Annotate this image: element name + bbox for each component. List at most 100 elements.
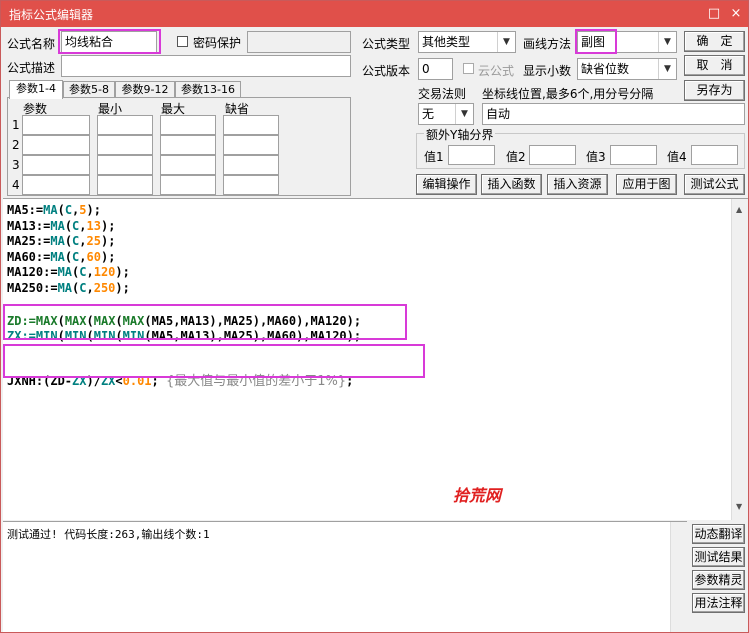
- code-line: MA250:=MA(C,250);: [7, 281, 130, 295]
- tab-params-9-12[interactable]: 参数9-12: [115, 81, 175, 98]
- chevron-down-icon: ▼: [455, 104, 473, 124]
- highlight-zd-zx: [3, 304, 407, 340]
- param4-min[interactable]: [97, 175, 153, 195]
- dynamic-translate-button[interactable]: 动态翻译: [692, 524, 745, 544]
- restore-icon[interactable]: □: [705, 5, 723, 23]
- draw-method-label: 画线方法: [523, 37, 572, 51]
- code-token: 5: [79, 203, 87, 217]
- param1-min[interactable]: [97, 115, 153, 135]
- formula-type-label: 公式类型: [362, 37, 411, 51]
- param4-max[interactable]: [160, 175, 216, 195]
- insert-resource-button[interactable]: 插入资源: [547, 174, 608, 195]
- formula-type-select[interactable]: 其他类型 ▼: [418, 31, 516, 53]
- tab-params-13-16[interactable]: 参数13-16: [175, 81, 241, 98]
- y-value3-label: 值3: [586, 150, 606, 164]
- param4-default[interactable]: [223, 175, 279, 195]
- password-checkbox[interactable]: [177, 36, 188, 47]
- param3-max[interactable]: [160, 155, 216, 175]
- param1-name[interactable]: [22, 115, 90, 135]
- code-token: (: [64, 234, 73, 248]
- cloud-formula-checkbox[interactable]: [463, 63, 474, 74]
- test-formula-button[interactable]: 测试公式: [684, 174, 745, 195]
- param3-min[interactable]: [97, 155, 153, 175]
- code-token: );: [115, 280, 130, 295]
- code-token: C: [79, 280, 87, 295]
- param1-max[interactable]: [160, 115, 216, 135]
- code-token: MA5:=: [7, 203, 44, 217]
- code-token: );: [100, 249, 116, 264]
- decimals-value: 缺省位数: [581, 62, 630, 76]
- coord-line-input[interactable]: 自动: [482, 103, 745, 125]
- param4-name[interactable]: [22, 175, 90, 195]
- apply-to-chart-button[interactable]: 应用于图: [616, 174, 677, 195]
- param1-default[interactable]: [223, 115, 279, 135]
- test-result-button[interactable]: 测试结果: [692, 547, 745, 567]
- param-wizard-button[interactable]: 参数精灵: [692, 570, 745, 590]
- scroll-up-icon[interactable]: ▲: [736, 205, 742, 214]
- y-axis-group-label: 额外Y轴分界: [424, 126, 496, 143]
- edit-ops-button[interactable]: 编辑操作: [416, 174, 477, 195]
- save-as-button[interactable]: 另存为: [684, 80, 745, 101]
- coord-line-label: 坐标线位置,最多6个,用分号分隔: [482, 87, 654, 101]
- trade-rule-select[interactable]: 无 ▼: [418, 103, 474, 125]
- param2-name[interactable]: [22, 135, 90, 155]
- param-row-num: 1: [12, 118, 20, 132]
- decimals-select[interactable]: 缺省位数 ▼: [577, 58, 677, 80]
- code-token: MA120:=: [7, 265, 58, 279]
- chevron-down-icon: ▼: [658, 59, 676, 79]
- param2-default[interactable]: [223, 135, 279, 155]
- code-scrollbar[interactable]: ▲ ▼: [731, 199, 748, 520]
- ok-button[interactable]: 确 定: [684, 31, 745, 52]
- code-token: MA25:=: [7, 234, 51, 248]
- code-line: MA5:=MA(C,5);: [7, 203, 101, 217]
- cancel-button[interactable]: 取 消: [684, 55, 745, 76]
- code-editor[interactable]: MA5:=MA(C,5); MA13:=MA(C,13); MA25:=MA(C,2…: [3, 198, 748, 520]
- usage-notes-button[interactable]: 用法注释: [692, 593, 745, 613]
- code-token: MA: [50, 218, 65, 233]
- code-token: );: [115, 265, 130, 279]
- output-scrollbar[interactable]: [670, 522, 688, 632]
- trade-rule-value: 无: [422, 107, 435, 121]
- formula-desc-input[interactable]: [61, 55, 351, 77]
- output-text: 测试通过! 代码长度:263,输出线个数:1: [7, 528, 210, 541]
- code-token: );: [86, 203, 101, 217]
- chevron-down-icon: ▼: [658, 32, 676, 52]
- param3-name[interactable]: [22, 155, 90, 175]
- tab-params-1-4[interactable]: 参数1-4: [9, 80, 63, 99]
- decimals-label: 显示小数: [523, 64, 572, 78]
- code-line: MA25:=MA(C,25);: [7, 234, 115, 248]
- param2-min[interactable]: [97, 135, 153, 155]
- code-token: MA: [43, 203, 58, 217]
- code-token: );: [100, 234, 116, 248]
- param2-max[interactable]: [160, 135, 216, 155]
- y-value3-input[interactable]: [610, 145, 657, 165]
- param-row-num: 2: [12, 138, 20, 152]
- title-bar[interactable]: 指标公式编辑器 □ ×: [1, 1, 748, 27]
- code-token: MA: [50, 249, 65, 264]
- y-value1-input[interactable]: [448, 145, 495, 165]
- code-token: );: [100, 218, 116, 233]
- watermark: 拾荒网: [453, 486, 502, 505]
- code-token: MA: [57, 280, 73, 295]
- code-token: 120: [93, 265, 116, 279]
- version-label: 公式版本: [362, 64, 411, 78]
- version-input[interactable]: 0: [418, 58, 453, 80]
- code-token: ,: [86, 265, 94, 279]
- close-icon[interactable]: ×: [727, 5, 745, 23]
- param3-default[interactable]: [223, 155, 279, 175]
- tab-params-5-8[interactable]: 参数5-8: [63, 81, 115, 98]
- password-input[interactable]: [247, 31, 351, 53]
- formula-editor-window: 指标公式编辑器 □ × 公式名称 均线粘合 密码保护 公式类型 其他类型 ▼ 画…: [0, 0, 749, 633]
- y-value4-input[interactable]: [691, 145, 738, 165]
- scroll-down-icon[interactable]: ▼: [736, 502, 742, 511]
- code-token: MA: [57, 265, 73, 279]
- code-token: MA60:=: [7, 249, 51, 264]
- highlight-name: [58, 29, 161, 54]
- param-row-num: 3: [12, 158, 20, 172]
- insert-function-button[interactable]: 插入函数: [481, 174, 542, 195]
- code-token: 13: [86, 218, 101, 233]
- password-label: 密码保护: [193, 36, 242, 50]
- output-panel: 测试通过! 代码长度:263,输出线个数:1: [3, 521, 688, 632]
- y-value1-label: 值1: [424, 150, 444, 164]
- y-value2-input[interactable]: [529, 145, 576, 165]
